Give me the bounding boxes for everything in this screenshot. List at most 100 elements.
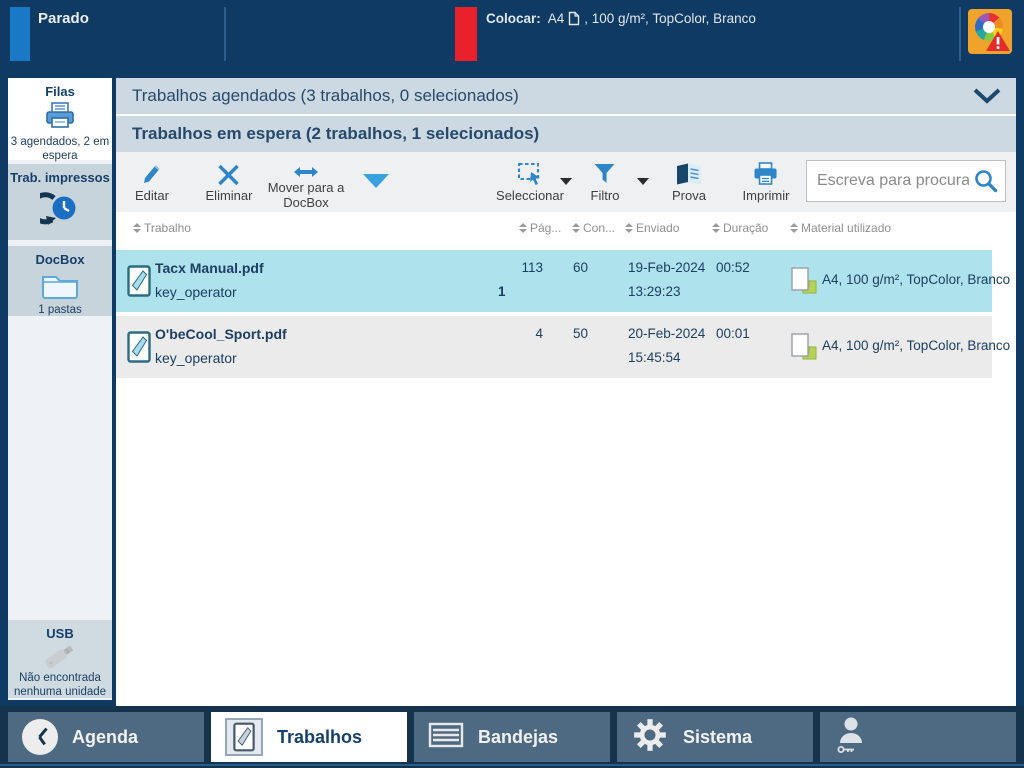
usb-drive-icon: ≈ <box>8 642 112 670</box>
search-box <box>806 160 1006 202</box>
job-sent-date: 20-Feb-2024 <box>628 326 706 341</box>
column-header-material[interactable]: Material utilizado <box>790 212 891 244</box>
sort-icon <box>572 223 580 233</box>
column-header-copies[interactable]: Con... <box>572 212 615 244</box>
trab-impressos-title: Trab. impressos <box>10 170 110 185</box>
topbar-divider <box>224 7 226 61</box>
material-icon <box>790 266 818 299</box>
move-arrow-icon <box>258 160 354 178</box>
job-copies: 60 <box>572 260 588 275</box>
search-icon[interactable] <box>973 168 999 194</box>
jobs-document-icon <box>225 718 263 756</box>
job-duration: 00:52 <box>716 260 750 275</box>
tab-sistema-label: Sistema <box>683 726 753 747</box>
jobs-table-header: Trabalho Pág... Con... Enviado Duração M… <box>116 212 1016 244</box>
color-calibration-warning-icon[interactable] <box>968 9 1012 54</box>
sort-icon <box>625 223 633 233</box>
sort-icon <box>519 223 527 233</box>
job-document-icon <box>127 265 151 300</box>
printer-status-indicator <box>10 7 30 61</box>
column-copies-label: Con... <box>583 221 616 235</box>
sidebar-item-trab-impressos[interactable]: Trab. impressos <box>8 164 112 240</box>
search-input[interactable] <box>807 172 973 190</box>
delete-button[interactable]: Eliminar <box>205 160 253 203</box>
trays-icon <box>428 721 464 754</box>
sort-icon <box>133 223 141 233</box>
filter-button[interactable]: Filtro <box>590 160 620 203</box>
column-header-duration[interactable]: Duração <box>712 212 768 244</box>
scheduled-jobs-header[interactable]: Trabalhos agendados (3 trabalhos, 0 sele… <box>116 78 1016 114</box>
proof-label: Prova <box>672 188 706 203</box>
portrait-page-icon <box>569 11 580 26</box>
jobs-toolbar: Editar Eliminar Mover para a DocBox Sele… <box>116 152 1016 212</box>
table-row-obecool-sport[interactable]: O'beCool_Sport.pdf key_operator 4 50 20-… <box>116 316 1010 378</box>
edit-button[interactable]: Editar <box>135 160 169 203</box>
folder-icon <box>8 268 112 302</box>
tab-agenda[interactable]: Agenda <box>8 712 204 762</box>
select-dropdown-caret[interactable] <box>560 178 572 185</box>
column-sent-label: Enviado <box>636 221 680 235</box>
gear-icon <box>631 716 669 759</box>
usb-title: USB <box>46 626 74 641</box>
scheduled-jobs-header-text: Trabalhos agendados (3 trabalhos, 0 sele… <box>132 86 519 105</box>
media-attributes: , 100 g/m², TopColor, Branco <box>584 11 756 26</box>
sidebar-item-usb[interactable]: USB ≈ Não encontrada nenhuma unidade ... <box>8 620 112 712</box>
select-area-icon <box>496 160 564 186</box>
top-status-bar: Parado Colocar: A4 , 100 g/m², TopColor,… <box>0 0 1024 70</box>
job-sent-time: 13:29:23 <box>628 284 681 299</box>
tab-user-login[interactable] <box>820 712 1016 762</box>
filas-title: Filas <box>45 84 75 99</box>
pencil-icon <box>135 160 169 186</box>
job-sent-date: 19-Feb-2024 <box>628 260 706 275</box>
tab-trabalhos-label: Trabalhos <box>277 726 363 747</box>
column-job-label: Trabalho <box>144 221 191 235</box>
filter-dropdown-caret[interactable] <box>637 178 649 185</box>
sort-icon <box>790 223 798 233</box>
select-button[interactable]: Seleccionar <box>496 160 564 203</box>
job-pages: 113 <box>521 260 543 275</box>
printer-icon <box>743 160 790 186</box>
x-icon <box>206 160 253 186</box>
column-pages-label: Pág... <box>530 221 562 235</box>
filas-counts: 3 agendados, 2 em espera <box>10 136 110 162</box>
bottom-navigation: Agenda Trabalhos Bandejas Sistema <box>0 706 1024 768</box>
warning-triangle-icon <box>986 31 1010 51</box>
load-media-alert-indicator <box>455 7 477 61</box>
delete-label: Eliminar <box>205 188 253 203</box>
sidebar-item-docbox[interactable]: DocBox 1 pastas <box>8 246 112 316</box>
select-label: Seleccionar <box>496 188 564 203</box>
column-header-job[interactable]: Trabalho <box>133 212 191 244</box>
table-row-tacx-manual[interactable]: Tacx Manual.pdf key_operator 1 113 60 19… <box>116 250 1010 312</box>
media-size: A4 <box>547 11 565 26</box>
job-duration: 00:01 <box>716 326 750 341</box>
edit-label: Editar <box>135 188 169 203</box>
column-header-pages[interactable]: Pág... <box>519 212 561 244</box>
funnel-icon <box>591 160 620 186</box>
load-media-label: Colocar: <box>486 11 541 26</box>
tab-trabalhos[interactable]: Trabalhos <box>211 712 407 762</box>
filter-label: Filtro <box>590 188 620 203</box>
waiting-jobs-header-text: Trabalhos em espera (2 trabalhos, 1 sele… <box>132 124 540 143</box>
job-name: Tacx Manual.pdf <box>155 260 264 276</box>
tab-agenda-label: Agenda <box>72 726 139 747</box>
sidebar-item-filas[interactable]: Filas 3 agendados, 2 em espera <box>8 78 112 162</box>
user-key-icon <box>834 715 868 760</box>
job-sequence-number: 1 <box>498 284 506 299</box>
chevron-down-icon[interactable] <box>972 88 1002 109</box>
tab-sistema[interactable]: Sistema <box>617 712 813 762</box>
column-material-label: Material utilizado <box>801 221 892 235</box>
print-button[interactable]: Imprimir <box>743 160 790 203</box>
column-duration-label: Duração <box>723 221 769 235</box>
proof-book-icon <box>672 160 706 186</box>
column-header-sent[interactable]: Enviado <box>625 212 679 244</box>
job-owner: key_operator <box>155 284 237 300</box>
waiting-jobs-header[interactable]: Trabalhos em espera (2 trabalhos, 1 sele… <box>116 116 1016 152</box>
job-pages: 4 <box>535 326 543 341</box>
printed-jobs-history-icon <box>8 191 112 231</box>
tab-bandejas-label: Bandejas <box>478 726 559 747</box>
proof-button[interactable]: Prova <box>672 160 706 203</box>
move-to-docbox-button[interactable]: Mover para a DocBox <box>258 160 354 210</box>
more-actions-dropdown[interactable] <box>363 174 389 188</box>
job-material: A4, 100 g/m², TopColor, Branco <box>822 272 1011 287</box>
tab-bandejas[interactable]: Bandejas <box>414 712 610 762</box>
